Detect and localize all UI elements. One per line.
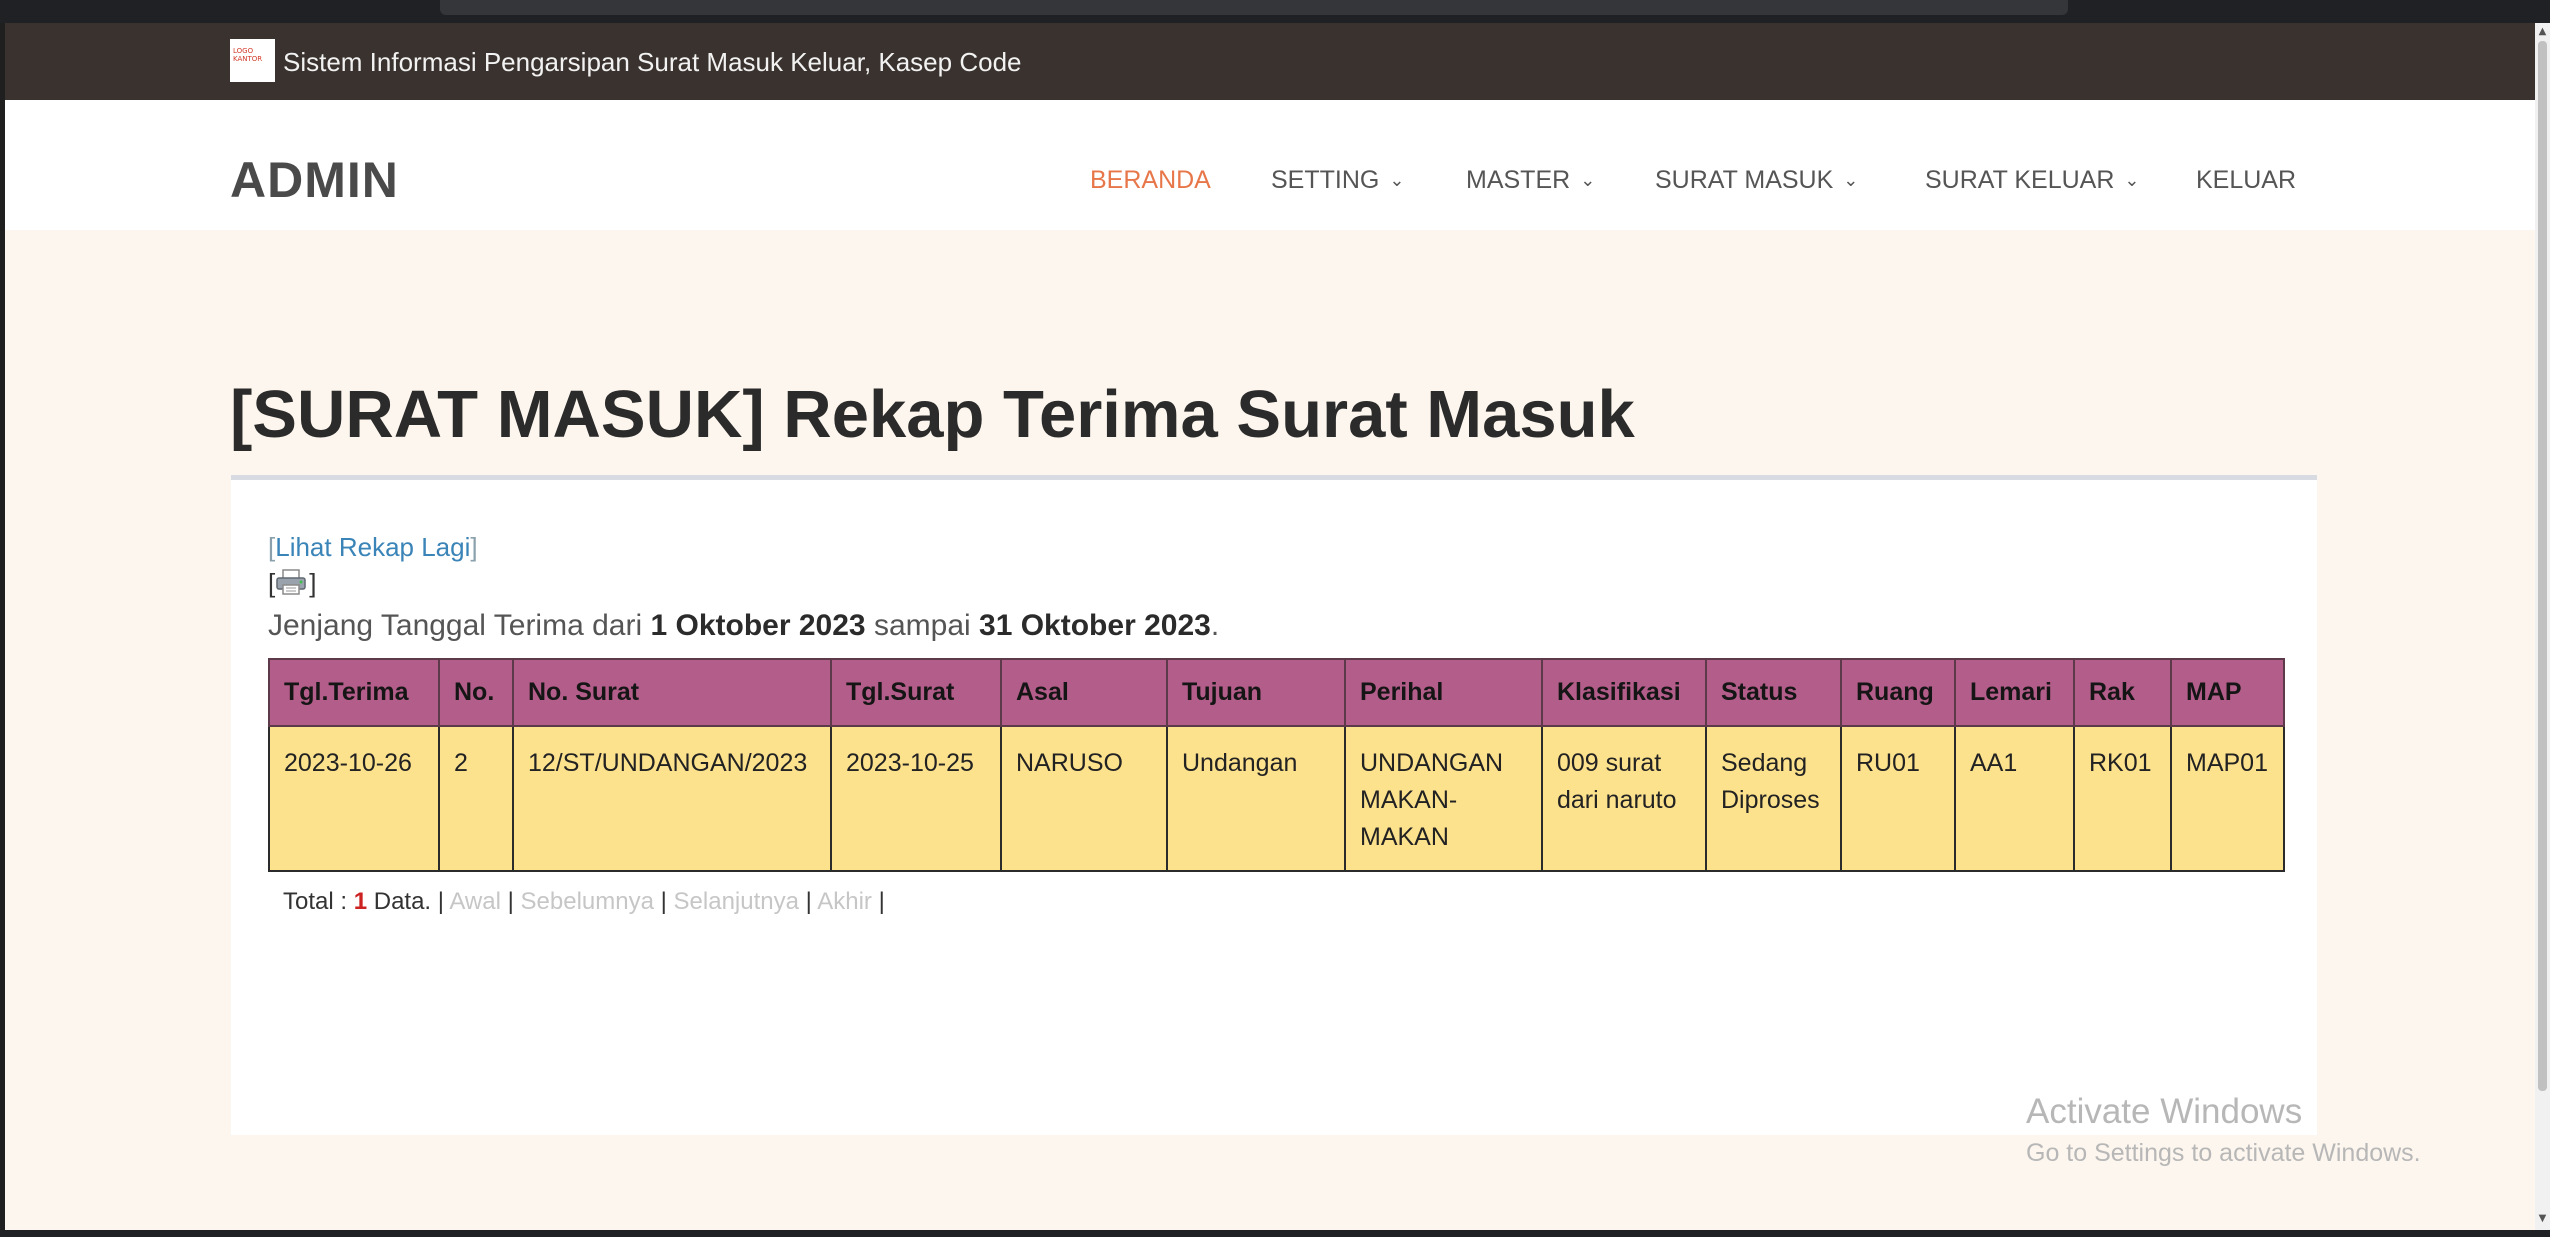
cell-status: Sedang Diproses <box>1705 725 1842 872</box>
col-header: No. <box>438 658 514 727</box>
col-header: Asal <box>1000 658 1168 727</box>
scroll-up-icon[interactable]: ▲ <box>2538 26 2547 38</box>
cell-tgl-surat: 2023-10-25 <box>830 725 1002 872</box>
cell-no-surat: 12/ST/UNDANGAN/2023 <box>512 725 832 872</box>
col-header: Status <box>1705 658 1842 727</box>
office-logo-text: LOGO KANTOR <box>233 47 263 63</box>
total-label: Total : <box>283 888 348 915</box>
nav-surat-keluar[interactable]: SURAT KELUAR ⌄ <box>1925 168 2140 193</box>
rekap-table: Tgl.Terima No. No. Surat Tgl.Surat Asal … <box>268 658 2285 872</box>
range-mid: sampai <box>873 609 971 642</box>
date-to: 31 Oktober 2023 <box>979 609 1211 642</box>
print-button-wrap: [] <box>268 568 317 598</box>
cell-perihal: UNDANGAN MAKAN-MAKAN <box>1344 725 1543 872</box>
col-header: Lemari <box>1954 658 2075 727</box>
pagination: Total : 1 Data. | Awal | Sebelumnya | Se… <box>283 888 885 915</box>
cell-klasifikasi: 009 surat dari naruto <box>1541 725 1707 872</box>
date-from: 1 Oktober 2023 <box>650 609 866 642</box>
cell-rak: RK01 <box>2073 725 2172 872</box>
scrollbar-thumb[interactable] <box>2538 41 2547 1091</box>
cell-asal: NARUSO <box>1000 725 1168 872</box>
pager-first[interactable]: Awal <box>449 888 501 915</box>
col-header: No. Surat <box>512 658 832 727</box>
nav-surat-keluar-label: SURAT KELUAR <box>1925 166 2115 194</box>
table-header-row: Tgl.Terima No. No. Surat Tgl.Surat Asal … <box>268 658 2285 727</box>
page-viewport: LOGO KANTOR Sistem Informasi Pengarsipan… <box>5 23 2535 1230</box>
address-bar[interactable] <box>440 0 2068 15</box>
windows-activation-watermark: Activate Windows Go to Settings to activ… <box>2026 1091 2421 1173</box>
bottom-edge <box>0 1230 2550 1237</box>
office-logo: LOGO KANTOR <box>230 39 275 82</box>
cell-no: 2 <box>438 725 514 872</box>
nav-setting-label: SETTING <box>1271 166 1380 194</box>
chevron-down-icon: ⌄ <box>1389 170 1405 190</box>
col-header: Tujuan <box>1166 658 1346 727</box>
lihat-rekap-lagi-link[interactable]: Lihat Rekap Lagi <box>275 532 470 562</box>
col-header: Tgl.Terima <box>268 658 440 727</box>
col-header: Ruang <box>1840 658 1956 727</box>
brand-admin[interactable]: ADMIN <box>230 155 399 205</box>
date-range-text: Jenjang Tanggal Terima dari 1 Oktober 20… <box>268 609 1220 642</box>
table-row: 2023-10-26 2 12/ST/UNDANGAN/2023 2023-10… <box>268 725 2285 872</box>
nav-keluar-label: KELUAR <box>2196 166 2297 194</box>
col-header: Perihal <box>1344 658 1543 727</box>
nav-setting[interactable]: SETTING ⌄ <box>1271 168 1404 193</box>
page-title: [SURAT MASUK] Rekap Terima Surat Masuk <box>230 377 1635 452</box>
nav-beranda[interactable]: BERANDA <box>1090 168 1211 193</box>
main-navbar: ADMIN BERANDA SETTING ⌄ MASTER ⌄ SURAT MAS… <box>5 100 2535 230</box>
total-count: 1 <box>353 888 368 915</box>
browser-tab-strip <box>0 0 2550 23</box>
cell-map: MAP01 <box>2170 725 2285 872</box>
rekap-panel: [Lihat Rekap Lagi] [] Jenjang Tanggal Te… <box>231 475 2317 1135</box>
page-scrollbar[interactable]: ▲ ▼ <box>2535 23 2550 1230</box>
pager-prev[interactable]: Sebelumnya <box>521 888 654 915</box>
site-topbar: LOGO KANTOR Sistem Informasi Pengarsipan… <box>5 23 2535 100</box>
site-title: Sistem Informasi Pengarsipan Surat Masuk… <box>283 47 1022 77</box>
col-header: Tgl.Surat <box>830 658 1002 727</box>
cell-ruang: RU01 <box>1840 725 1956 872</box>
activation-hint: Go to Settings to activate Windows. <box>2026 1139 2421 1167</box>
activation-title: Activate Windows <box>2026 1092 2303 1131</box>
nav-beranda-label: BERANDA <box>1090 166 1211 194</box>
col-header: Klasifikasi <box>1541 658 1707 727</box>
nav-master-label: MASTER <box>1466 166 1571 194</box>
nav-surat-masuk[interactable]: SURAT MASUK ⌄ <box>1655 168 1858 193</box>
cell-lemari: AA1 <box>1954 725 2075 872</box>
col-header: Rak <box>2073 658 2172 727</box>
cell-tujuan: Undangan <box>1166 725 1346 872</box>
nav-master[interactable]: MASTER ⌄ <box>1466 168 1595 193</box>
chevron-down-icon: ⌄ <box>1580 170 1596 190</box>
nav-surat-masuk-label: SURAT MASUK <box>1655 166 1834 194</box>
scroll-down-icon[interactable]: ▼ <box>2538 1213 2547 1225</box>
chevron-down-icon: ⌄ <box>2124 170 2140 190</box>
pager-next[interactable]: Selanjutnya <box>674 888 799 915</box>
rekap-link-wrap: [Lihat Rekap Lagi] <box>268 532 478 562</box>
data-label: Data. <box>373 888 432 915</box>
range-prefix: Jenjang Tanggal Terima dari <box>268 609 643 642</box>
col-header: MAP <box>2170 658 2285 727</box>
nav-keluar[interactable]: KELUAR <box>2196 168 2296 193</box>
printer-icon[interactable] <box>275 568 309 596</box>
cell-tgl-terima: 2023-10-26 <box>268 725 440 872</box>
chevron-down-icon: ⌄ <box>1843 170 1859 190</box>
pager-last[interactable]: Akhir <box>817 888 872 915</box>
